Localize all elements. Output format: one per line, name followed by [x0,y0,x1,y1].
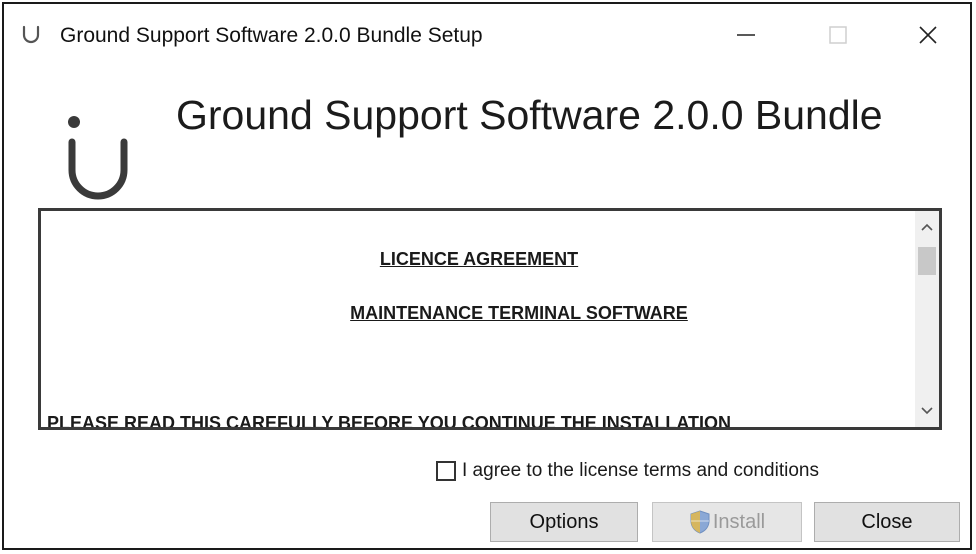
app-logo-icon [22,25,40,44]
chevron-up-icon [921,223,933,231]
scroll-down-button[interactable] [915,399,939,423]
license-scrollbar[interactable] [915,211,939,427]
uac-shield-icon [690,510,710,534]
scroll-up-button[interactable] [915,215,939,239]
title-bar[interactable]: Ground Support Software 2.0.0 Bundle Set… [4,4,970,66]
install-button-label: Install [712,510,766,533]
close-button[interactable]: Close [814,502,960,542]
minimize-button[interactable] [700,4,792,66]
window-title: Ground Support Software 2.0.0 Bundle Set… [60,24,483,47]
license-body-text: PLEASE READ THIS CAREFULLY BEFORE YOU CO… [47,413,732,427]
license-textbox[interactable]: LICENCE AGREEMENT MAINTENANCE TERMINAL S… [38,208,942,430]
maximize-icon [829,26,847,44]
product-title: Ground Support Software 2.0.0 Bundle [176,92,883,138]
options-button-label: Options [529,510,599,533]
close-button-label: Close [861,510,913,533]
options-button[interactable]: Options [490,502,638,542]
minimize-icon [737,34,755,36]
license-subheading: MAINTENANCE TERMINAL SOFTWARE [350,303,688,323]
maximize-button[interactable] [792,4,884,66]
close-window-button[interactable] [882,4,974,66]
agree-row[interactable]: I agree to the license terms and conditi… [436,458,819,484]
install-button[interactable]: Install [652,502,802,542]
license-heading: LICENCE AGREEMENT [379,249,579,269]
agree-label[interactable]: I agree to the license terms and conditi… [462,460,819,482]
agree-checkbox[interactable] [436,461,456,481]
scroll-thumb[interactable] [918,247,936,275]
app-logo-icon [68,116,128,200]
chevron-down-icon [921,407,933,415]
setup-window: Ground Support Software 2.0.0 Bundle Set… [2,2,972,550]
close-icon [919,26,937,44]
license-content: LICENCE AGREEMENT MAINTENANCE TERMINAL S… [41,211,917,427]
